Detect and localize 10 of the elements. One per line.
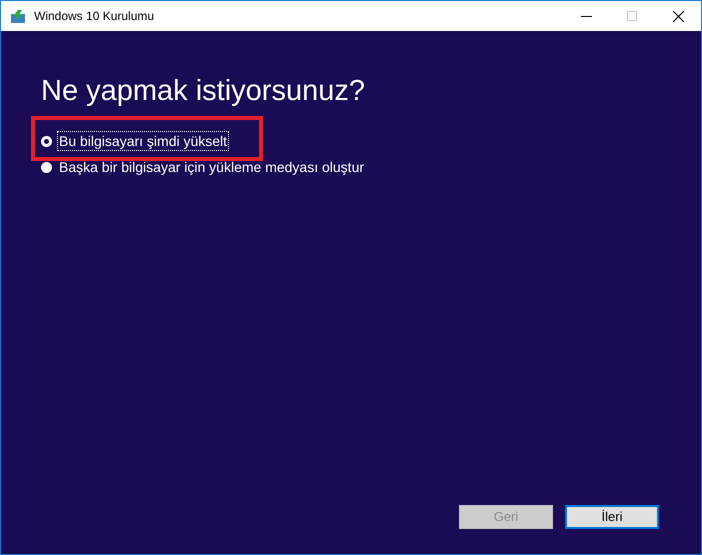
window-title: Windows 10 Kurulumu <box>34 8 154 25</box>
radio-icon <box>41 136 52 146</box>
setup-icon <box>10 8 26 24</box>
radio-option[interactable]: Başka bir bilgisayar için yükleme medyası oluştur <box>41 158 366 176</box>
close-icon <box>672 10 684 22</box>
radio-icon <box>41 162 52 172</box>
nav-button[interactable]: İleri <box>565 505 659 529</box>
maximize-icon <box>627 11 637 21</box>
radio-option[interactable]: Bu bilgisayarı şimdi yükselt <box>41 132 228 150</box>
page-heading: Ne yapmak istiyorsunuz? <box>41 74 366 109</box>
